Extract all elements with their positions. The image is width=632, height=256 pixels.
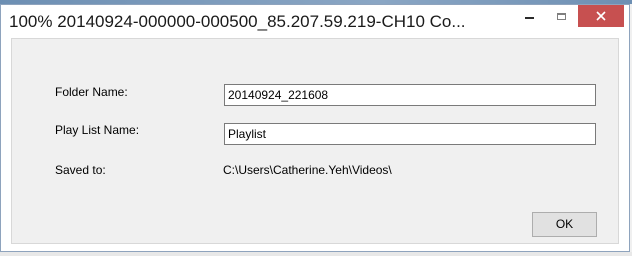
title-bar[interactable]: 100% 20140924-000000-000500_85.207.59.21…	[1, 5, 629, 37]
desktop-bottom-strip	[0, 252, 632, 256]
minimize-button[interactable]	[515, 5, 543, 27]
folder-name-input[interactable]: 20140924_221608	[224, 84, 596, 106]
dialog-content: Folder Name: 20140924_221608 Play List N…	[11, 38, 619, 244]
minimize-icon	[524, 17, 534, 19]
window-title: 100% 20140924-000000-000500_85.207.59.21…	[9, 12, 466, 31]
close-button[interactable]	[578, 5, 624, 27]
playlist-name-input[interactable]: Playlist	[224, 123, 596, 145]
saved-to-label: Saved to:	[55, 163, 106, 177]
close-icon	[596, 11, 606, 21]
maximize-button[interactable]	[547, 5, 575, 27]
folder-name-label: Folder Name:	[55, 85, 128, 99]
ok-button[interactable]: OK	[532, 212, 597, 237]
maximize-icon	[556, 12, 566, 20]
playlist-name-label: Play List Name:	[55, 123, 140, 137]
dialog-window: 100% 20140924-000000-000500_85.207.59.21…	[0, 4, 630, 252]
saved-to-path: C:\Users\Catherine.Yeh\Videos\	[223, 163, 392, 177]
